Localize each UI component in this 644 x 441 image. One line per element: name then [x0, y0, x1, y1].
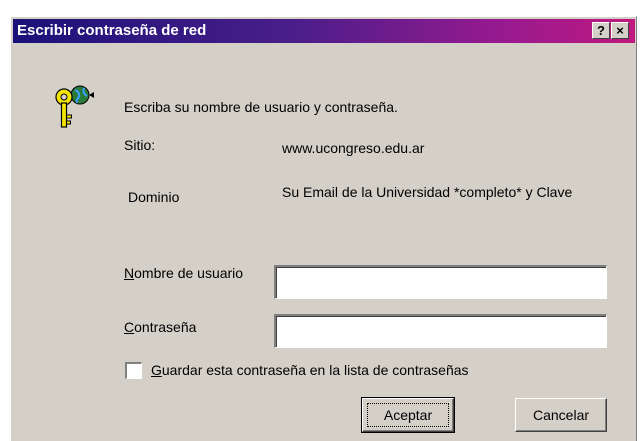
domain-value: Su Email de la Universidad *completo* y …: [282, 184, 573, 200]
password-label-rest: ontraseña: [134, 319, 197, 335]
window-title: Escribir contraseña de red: [17, 22, 207, 39]
save-password-label[interactable]: Guardar esta contraseña en la lista de c…: [151, 362, 469, 379]
username-label-rest: ombre de usuario: [134, 265, 244, 281]
username-label: Nombre de usuario: [124, 265, 244, 282]
key-globe-icon: [55, 85, 94, 128]
close-button[interactable]: ×: [611, 22, 629, 39]
ok-button-label: Aceptar: [383, 407, 433, 423]
domain-label: Dominio: [128, 189, 180, 205]
instructions-text: Escriba su nombre de usuario y contraseñ…: [124, 99, 398, 115]
ok-button[interactable]: Aceptar: [361, 397, 455, 433]
cancel-button-label: Cancelar: [532, 407, 590, 423]
site-value: www.ucongreso.edu.ar: [282, 140, 425, 156]
save-password-label-rest: uardar esta contraseña en la lista de co…: [161, 362, 469, 378]
password-label-accesskey: C: [124, 319, 135, 335]
network-password-dialog: Escribir contraseña de red ? × Escriba s…: [10, 16, 637, 441]
save-password-accesskey: G: [151, 362, 162, 378]
title-bar[interactable]: Escribir contraseña de red ? ×: [13, 19, 635, 43]
username-input[interactable]: [274, 265, 607, 299]
username-label-accesskey: N: [124, 265, 135, 281]
password-label: Contraseña: [124, 319, 196, 336]
site-label: Sitio:: [124, 137, 156, 153]
help-button[interactable]: ?: [592, 22, 610, 39]
cancel-button[interactable]: Cancelar: [515, 398, 607, 432]
save-password-checkbox[interactable]: [125, 362, 142, 379]
password-input[interactable]: [274, 314, 607, 348]
